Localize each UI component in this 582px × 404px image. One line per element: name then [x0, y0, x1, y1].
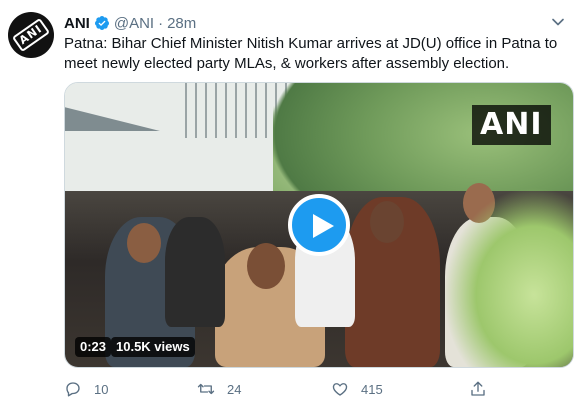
video-duration: 0:23: [75, 337, 112, 357]
avatar[interactable]: ANI: [8, 12, 54, 58]
tweet-text-line-1: Patna: Bihar Chief Minister Nitish Kumar…: [64, 35, 558, 52]
separator-dot: ·: [158, 14, 164, 32]
tweet-header: ANI @ANI · 28m: [64, 13, 196, 33]
share-button[interactable]: [469, 378, 499, 400]
reply-button[interactable]: 10: [64, 378, 108, 400]
share-icon: [471, 381, 485, 396]
chevron-down-icon[interactable]: [548, 12, 568, 32]
play-button[interactable]: [288, 194, 350, 256]
tweet-text: Patna: Bihar Chief Minister Nitish Kumar…: [64, 34, 564, 74]
ani-logo: ANI: [11, 17, 51, 53]
play-icon: [313, 214, 334, 238]
verified-badge-icon: [94, 16, 109, 30]
like-icon: [332, 383, 348, 396]
like-count: 415: [361, 381, 383, 397]
video-views: 10.5K views: [111, 337, 195, 357]
reply-icon: [66, 382, 80, 397]
timestamp[interactable]: 28m: [167, 15, 196, 32]
retweet-count: 24: [227, 381, 242, 397]
video-player[interactable]: ANI 0:23 10.5K views: [64, 82, 574, 368]
like-button[interactable]: 415: [331, 378, 383, 400]
retweet-button[interactable]: 24: [197, 378, 241, 400]
video-watermark: ANI: [472, 105, 551, 145]
author-handle[interactable]: @ANI: [114, 15, 154, 32]
author-name[interactable]: ANI: [64, 15, 90, 32]
reply-count: 10: [94, 381, 109, 397]
tweet-actions: 10 24 415: [64, 378, 554, 400]
retweet-icon: [197, 383, 215, 395]
tweet-text-line-2: meet newly elected party MLAs, & workers…: [64, 55, 510, 72]
